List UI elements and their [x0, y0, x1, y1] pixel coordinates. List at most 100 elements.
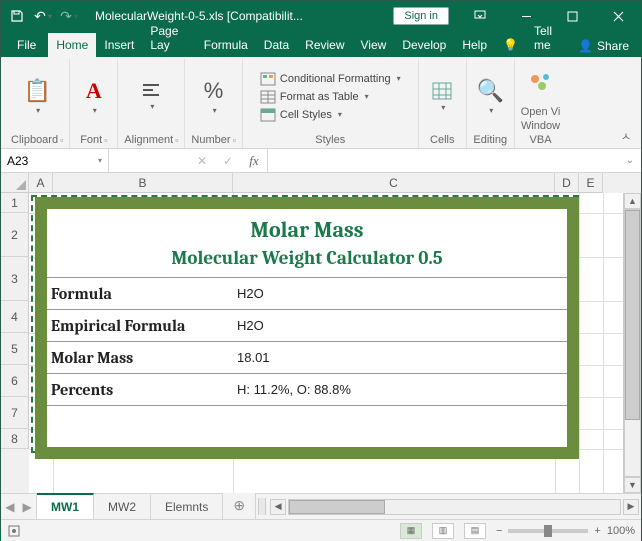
formula-bar-row: A23▾ ✕ ✓ fx ⌄	[1, 149, 641, 173]
sheet-tab-elements[interactable]: Elemnts	[151, 494, 223, 519]
scroll-right-icon[interactable]: ▶	[623, 499, 639, 515]
tab-file[interactable]: File	[5, 33, 48, 57]
sheet-tab-mw2[interactable]: MW2	[94, 494, 151, 519]
ribbon-options-icon[interactable]	[457, 1, 503, 31]
percents-value[interactable]: H: 11.2%, O: 88.8%	[233, 382, 567, 397]
number-icon[interactable]: %	[204, 78, 224, 104]
calculator-banner: Molar Mass Molecular Weight Calculator 0…	[35, 197, 579, 459]
editing-icon[interactable]: 🔍	[477, 78, 504, 104]
collapse-ribbon-icon[interactable]: ㅅ	[615, 126, 637, 146]
percents-label: Percents	[47, 381, 233, 399]
conditional-formatting-button[interactable]: Conditional Formatting▾	[256, 71, 405, 87]
group-alignment: ▾ Alignment▫	[118, 59, 185, 148]
formula-label: Formula	[47, 285, 233, 303]
alignment-icon[interactable]	[141, 82, 161, 100]
formula-bar[interactable]	[268, 149, 619, 172]
col-header-e[interactable]: E	[579, 173, 603, 193]
row-header-4[interactable]: 4	[1, 301, 29, 333]
zoom-out-icon[interactable]: −	[496, 525, 502, 537]
close-icon[interactable]	[595, 1, 641, 31]
row-header-1[interactable]: 1	[1, 193, 29, 213]
ribbon-tabs: File Home Insert Page Lay Formula Data R…	[1, 31, 641, 57]
tab-page-layout[interactable]: Page Lay	[142, 19, 195, 57]
macro-record-icon[interactable]	[7, 524, 21, 538]
tab-review[interactable]: Review	[297, 33, 352, 57]
format-table-icon	[260, 90, 276, 104]
vba-icon[interactable]	[528, 71, 554, 93]
group-font: A▾ Font▫	[70, 59, 118, 148]
row-header-6[interactable]: 6	[1, 365, 29, 397]
conditional-formatting-icon	[260, 72, 276, 86]
banner-title: Molar Mass	[47, 209, 567, 245]
paste-icon[interactable]: 📋	[23, 78, 50, 104]
hscroll-thumb[interactable]	[289, 500, 385, 514]
row-header-3[interactable]: 3	[1, 257, 29, 301]
scroll-left-icon[interactable]: ◀	[270, 499, 286, 515]
share-button[interactable]: 👤Share	[570, 39, 637, 57]
cancel-formula-icon[interactable]: ✕	[189, 154, 215, 168]
tab-scroll-split[interactable]	[258, 498, 266, 515]
scroll-up-icon[interactable]: ▲	[624, 193, 641, 209]
row-header-2[interactable]: 2	[1, 213, 29, 257]
format-as-table-button[interactable]: Format as Table▾	[256, 89, 373, 105]
formula-value[interactable]: H2O	[233, 286, 567, 301]
select-all-corner[interactable]	[1, 173, 29, 193]
sign-in-button[interactable]: Sign in	[393, 7, 449, 25]
view-pagelayout-icon[interactable]: ▥	[432, 523, 454, 539]
tab-insert[interactable]: Insert	[96, 33, 142, 57]
cells-icon[interactable]	[431, 81, 453, 101]
redo-icon[interactable]: ↷▾	[57, 4, 81, 28]
row-header-5[interactable]: 5	[1, 333, 29, 365]
share-icon: 👤	[578, 39, 593, 53]
col-header-b[interactable]: B	[53, 173, 233, 193]
undo-icon[interactable]: ↶▾	[31, 4, 55, 28]
banner-subtitle: Molecular Weight Calculator 0.5	[47, 245, 567, 277]
tell-me[interactable]: Tell me	[526, 19, 570, 57]
molarmass-value[interactable]: 18.01	[233, 350, 567, 365]
sheet-nav-prev-icon[interactable]: ◀	[5, 500, 14, 514]
alignment-launcher-icon[interactable]: ▫	[175, 135, 178, 145]
font-icon[interactable]: A	[86, 78, 102, 104]
col-header-c[interactable]: C	[233, 173, 555, 193]
sheet-tab-mw1[interactable]: MW1	[37, 493, 94, 519]
number-launcher-icon[interactable]: ▫	[233, 135, 236, 145]
window-title: MolecularWeight-0-5.xls [Compatibilit...	[95, 9, 385, 23]
fx-icon[interactable]: fx	[241, 153, 267, 169]
tell-me-bulb-icon[interactable]: 💡	[495, 33, 526, 57]
tab-help[interactable]: Help	[454, 33, 495, 57]
group-clipboard: 📋▾ Clipboard▫	[5, 59, 70, 148]
clipboard-launcher-icon[interactable]: ▫	[60, 135, 63, 145]
col-header-d[interactable]: D	[555, 173, 579, 193]
tab-view[interactable]: View	[353, 33, 395, 57]
name-box[interactable]: A23▾	[1, 149, 109, 172]
enter-formula-icon[interactable]: ✓	[215, 154, 241, 168]
tab-home[interactable]: Home	[48, 33, 96, 57]
row-header-8[interactable]: 8	[1, 429, 29, 449]
status-bar: ▦ ▥ ▤ − + 100%	[1, 519, 641, 541]
scroll-down-icon[interactable]: ▼	[624, 477, 641, 493]
zoom-in-icon[interactable]: +	[594, 525, 600, 537]
view-normal-icon[interactable]: ▦	[400, 523, 422, 539]
cell-styles-icon	[260, 108, 276, 122]
view-pagebreak-icon[interactable]: ▤	[464, 523, 486, 539]
add-sheet-icon[interactable]: ⊕	[223, 491, 256, 519]
vscroll-thumb[interactable]	[625, 210, 640, 420]
col-header-a[interactable]: A	[29, 173, 53, 193]
row-header-7[interactable]: 7	[1, 397, 29, 429]
font-launcher-icon[interactable]: ▫	[104, 135, 107, 145]
empirical-value[interactable]: H2O	[233, 318, 567, 333]
zoom-slider[interactable]	[508, 529, 588, 533]
tab-data[interactable]: Data	[256, 33, 297, 57]
tab-developer[interactable]: Develop	[394, 33, 454, 57]
save-icon[interactable]	[5, 4, 29, 28]
expand-formula-bar-icon[interactable]: ⌄	[619, 149, 641, 172]
ribbon: 📋▾ Clipboard▫ A▾ Font▫ ▾ Alignment▫ %▾ N…	[1, 57, 641, 149]
group-number: %▾ Number▫	[185, 59, 242, 148]
cell-styles-button[interactable]: Cell Styles▾	[256, 107, 346, 123]
tab-formulas[interactable]: Formula	[196, 33, 256, 57]
zoom-level[interactable]: 100%	[607, 525, 635, 537]
group-cells: ▾ Cells	[419, 59, 467, 148]
group-styles: Conditional Formatting▾ Format as Table▾…	[243, 59, 419, 148]
cell-area[interactable]: Molar Mass Molecular Weight Calculator 0…	[29, 193, 623, 493]
sheet-nav-next-icon[interactable]: ▶	[23, 500, 32, 514]
